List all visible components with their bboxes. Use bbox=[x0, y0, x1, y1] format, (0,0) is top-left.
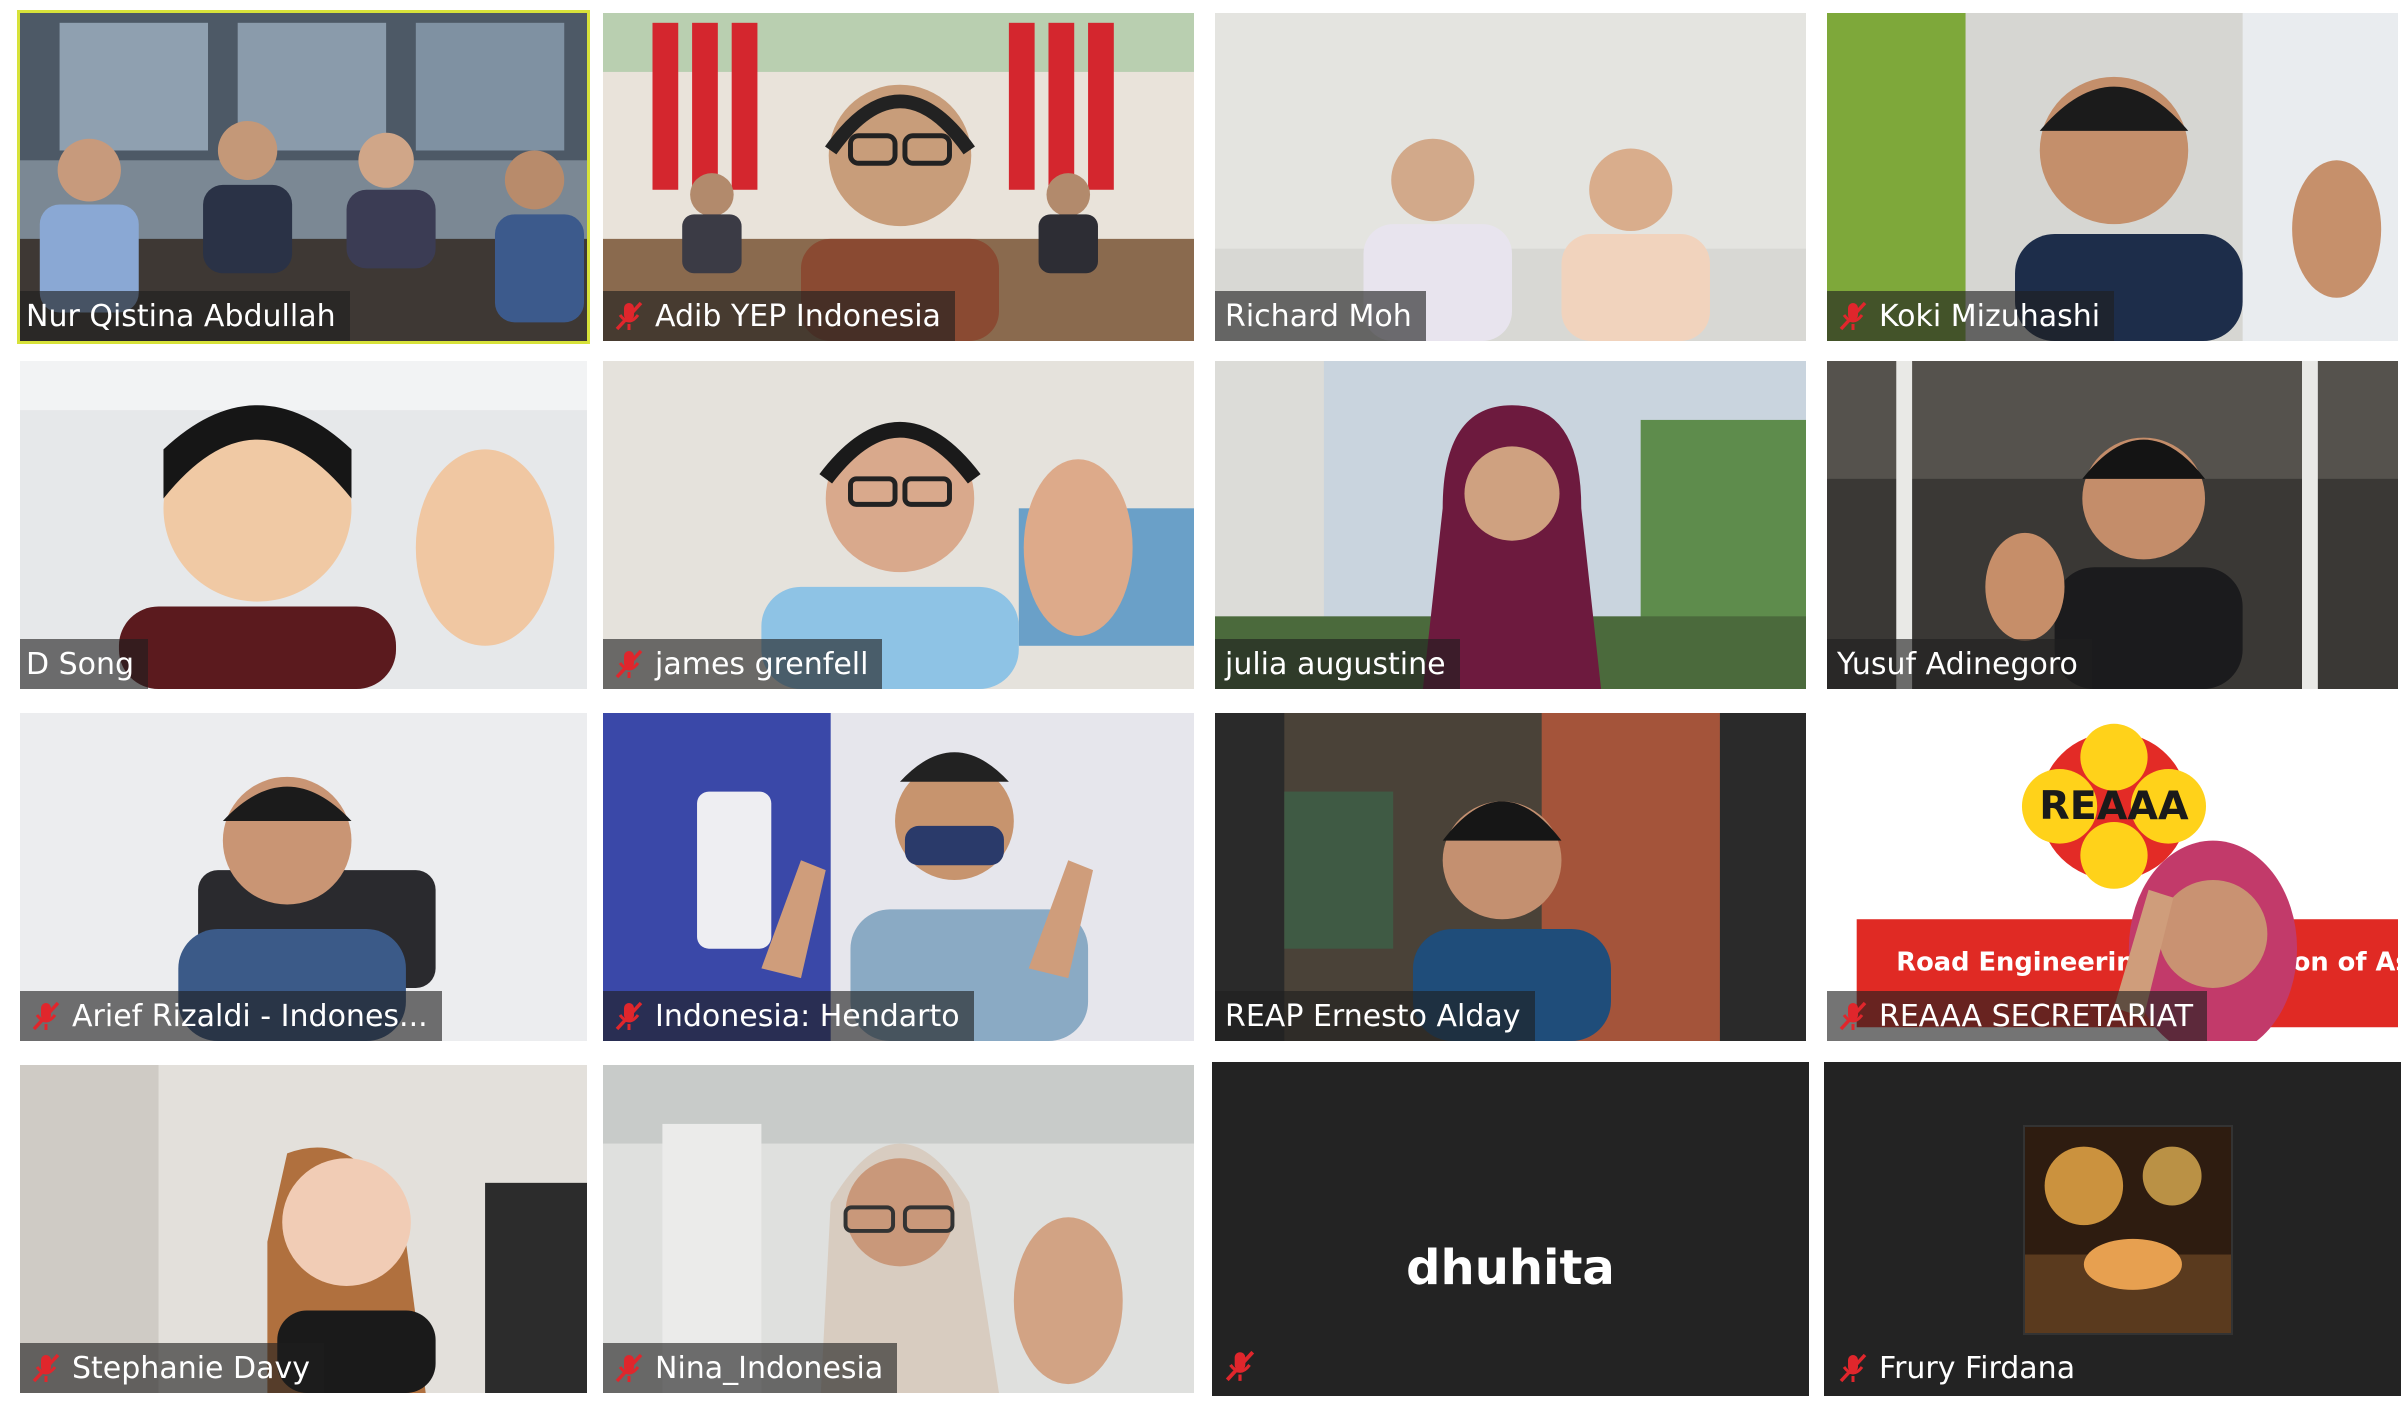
participant-name-tag: REAAA SECRETARIAT bbox=[1827, 991, 2208, 1041]
video-tile[interactable]: D Song bbox=[17, 358, 590, 692]
mic-muted-icon bbox=[1839, 1001, 1867, 1031]
participant-name: Nina_Indonesia bbox=[655, 1350, 884, 1386]
participant-name: Stephanie Davy bbox=[72, 1350, 311, 1386]
participant-name-tag: Indonesia: Hendarto bbox=[603, 991, 974, 1041]
participant-name-tag: Frury Firdana bbox=[1827, 1343, 2089, 1393]
participant-name-tag: Adib YEP Indonesia bbox=[603, 291, 955, 341]
video-tile[interactable]: julia augustine bbox=[1212, 358, 1809, 692]
participant-name: Yusuf Adinegoro bbox=[1837, 646, 2078, 682]
profile-picture bbox=[2023, 1125, 2233, 1335]
participant-name-tag: Koki Mizuhashi bbox=[1827, 291, 2115, 341]
participant-name: Indonesia: Hendarto bbox=[655, 998, 960, 1034]
participant-name-tag: Nur Qistina Abdullah bbox=[20, 291, 350, 341]
participant-name: Arief Rizaldi - Indones... bbox=[72, 998, 428, 1034]
video-tile[interactable]: james grenfell bbox=[600, 358, 1197, 692]
mic-muted-icon bbox=[1225, 1350, 1255, 1382]
participant-name: Koki Mizuhashi bbox=[1879, 298, 2101, 334]
participant-name-tag: james grenfell bbox=[603, 639, 883, 689]
video-tile[interactable]: dhuhita bbox=[1212, 1062, 1809, 1396]
participant-name-tag: Stephanie Davy bbox=[20, 1343, 325, 1393]
video-tile[interactable]: Nina_Indonesia bbox=[600, 1062, 1197, 1396]
mic-muted-icon bbox=[1839, 1353, 1867, 1383]
participant-name: Nur Qistina Abdullah bbox=[26, 298, 336, 334]
participant-name-tag: julia augustine bbox=[1215, 639, 1460, 689]
video-tile[interactable]: Stephanie Davy bbox=[17, 1062, 590, 1396]
video-gallery: Nur Qistina Abdullah Adib YEP Indonesia bbox=[0, 0, 2401, 1401]
participant-name-tag: REAP Ernesto Alday bbox=[1215, 991, 1535, 1041]
video-tile[interactable]: Indonesia: Hendarto bbox=[600, 710, 1197, 1044]
participant-name-tag: Nina_Indonesia bbox=[603, 1343, 898, 1393]
participant-name: Richard Moh bbox=[1225, 298, 1412, 334]
video-tile[interactable]: Adib YEP Indonesia bbox=[600, 10, 1197, 344]
participant-name: Adib YEP Indonesia bbox=[655, 298, 941, 334]
mic-muted-icon bbox=[1839, 301, 1867, 331]
video-tile[interactable]: Richard Moh bbox=[1212, 10, 1809, 344]
video-tile[interactable]: REAP Ernesto Alday bbox=[1212, 710, 1809, 1044]
participant-name-tag: Richard Moh bbox=[1215, 291, 1426, 341]
video-tile[interactable]: Koki Mizuhashi bbox=[1824, 10, 2401, 344]
participant-name: james grenfell bbox=[655, 646, 869, 682]
mic-muted-icon bbox=[32, 1353, 60, 1383]
participant-name-tag: D Song bbox=[20, 639, 149, 689]
participant-name-tag: Yusuf Adinegoro bbox=[1827, 639, 2092, 689]
mic-muted-icon bbox=[615, 1353, 643, 1383]
mic-muted-icon bbox=[615, 301, 643, 331]
participant-name: dhuhita bbox=[1406, 1240, 1615, 1296]
mic-muted-icon bbox=[32, 1001, 60, 1031]
mic-muted-icon bbox=[615, 649, 643, 679]
participant-name: REAAA SECRETARIAT bbox=[1879, 998, 2194, 1034]
video-tile[interactable]: Arief Rizaldi - Indones... bbox=[17, 710, 590, 1044]
participant-name: D Song bbox=[26, 646, 135, 682]
video-tile[interactable]: Frury Firdana bbox=[1824, 1062, 2401, 1396]
participant-name: julia augustine bbox=[1225, 646, 1446, 682]
video-tile[interactable]: REAAA Road Engineering Association of As… bbox=[1824, 710, 2401, 1044]
video-tile[interactable]: Yusuf Adinegoro bbox=[1824, 358, 2401, 692]
video-tile[interactable]: Nur Qistina Abdullah bbox=[17, 10, 590, 344]
participant-name-tag: Arief Rizaldi - Indones... bbox=[20, 991, 442, 1041]
participant-name: REAP Ernesto Alday bbox=[1225, 998, 1521, 1034]
reaaa-logo-text: REAAA bbox=[2039, 783, 2189, 829]
participant-name: Frury Firdana bbox=[1879, 1350, 2076, 1386]
mic-muted-icon bbox=[615, 1001, 643, 1031]
